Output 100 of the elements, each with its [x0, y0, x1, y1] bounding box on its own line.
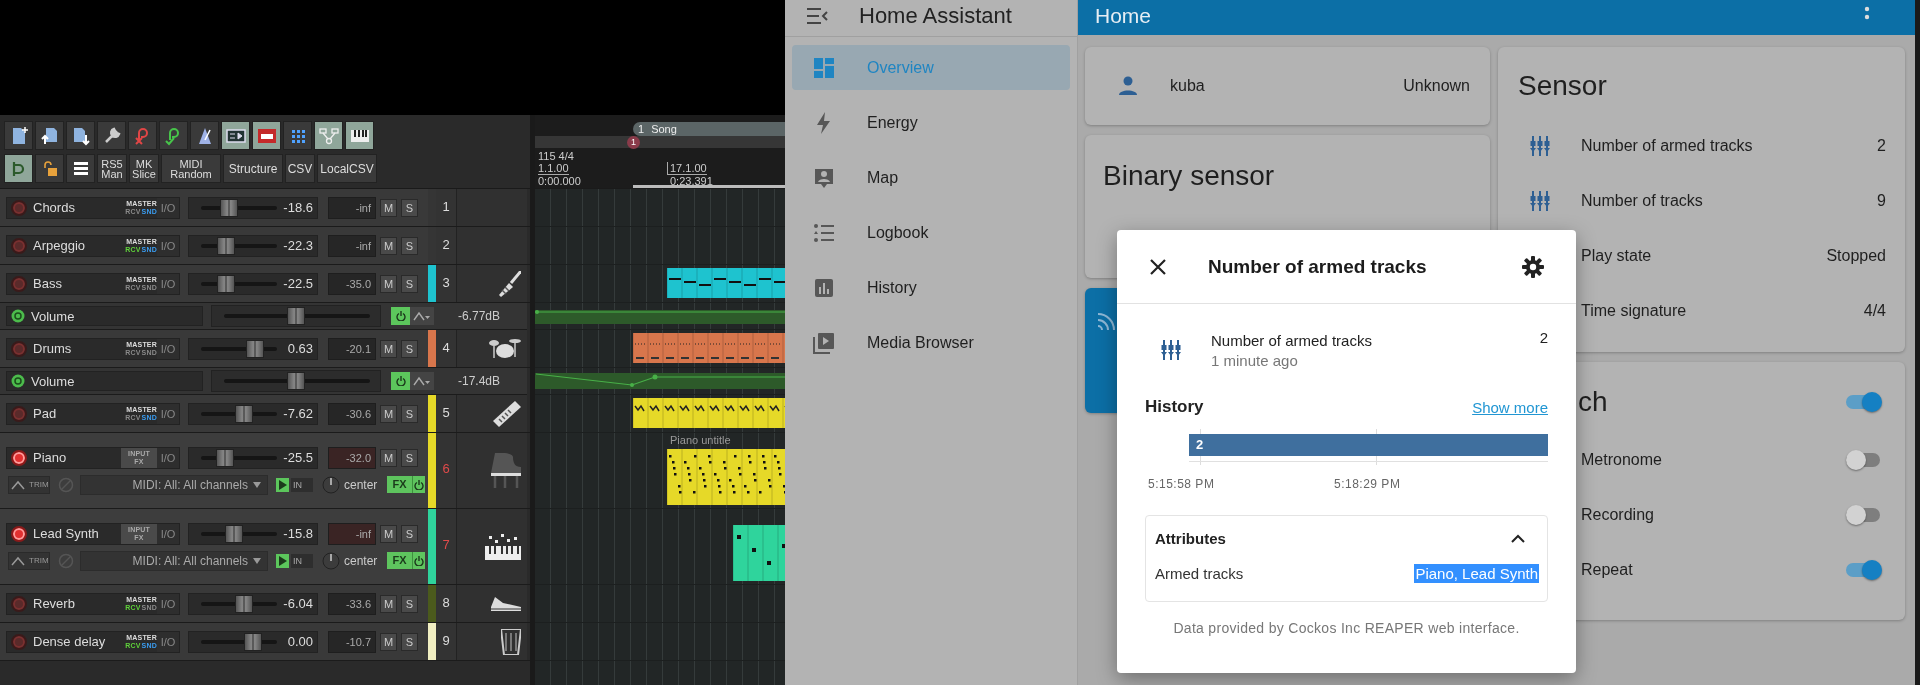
io-button[interactable]: I/O — [157, 197, 179, 218]
toggle-switch[interactable] — [1846, 392, 1882, 412]
sidebar-item[interactable]: History — [792, 265, 1070, 310]
fader-thumb[interactable] — [217, 274, 236, 293]
solo-button[interactable]: S — [401, 339, 418, 358]
mute-button[interactable]: M — [380, 404, 397, 423]
toolbar-button[interactable]: LocalCSV — [317, 154, 377, 183]
toolbar-button[interactable] — [314, 121, 343, 150]
fader-thumb[interactable] — [286, 372, 305, 390]
fader-thumb[interactable] — [215, 448, 234, 467]
trim-button[interactable]: TRIM — [8, 475, 50, 494]
input-toggle[interactable]: IN — [291, 553, 313, 568]
toolbar-button[interactable]: RS5 Man — [97, 154, 127, 183]
mute-button[interactable]: M — [380, 198, 397, 217]
volume-fader[interactable]: 0.63 — [188, 337, 318, 360]
toggle-switch[interactable] — [1846, 449, 1882, 470]
bypass-button[interactable] — [391, 307, 410, 325]
monitor-button[interactable] — [276, 553, 289, 568]
io-button[interactable]: I/O — [157, 447, 179, 468]
region-bar[interactable]: 1 Song — [633, 122, 785, 136]
io-button[interactable]: I/O — [157, 593, 179, 614]
sidebar-item[interactable]: Media Browser — [792, 320, 1070, 365]
toolbar-button[interactable] — [159, 121, 188, 150]
fx-button[interactable]: FX — [387, 552, 412, 569]
sidebar-item[interactable]: Logbook — [792, 210, 1070, 255]
toolbar-button[interactable] — [4, 121, 33, 150]
volume-fader[interactable]: -25.5 — [188, 446, 318, 469]
input-toggle[interactable]: IN — [291, 477, 313, 492]
io-button[interactable]: I/O — [157, 338, 179, 359]
toolbar-button[interactable] — [66, 121, 95, 150]
toolbar-button[interactable] — [4, 154, 33, 183]
mute-button[interactable]: M — [380, 448, 397, 467]
volume-fader[interactable]: -22.5 — [188, 272, 318, 295]
volume-fader[interactable]: 0.00 — [188, 630, 318, 653]
volume-fader[interactable]: -7.62 — [188, 402, 318, 425]
toolbar-button[interactable] — [66, 154, 95, 183]
solo-button[interactable]: S — [401, 198, 418, 217]
volume-fader[interactable]: -15.8 — [188, 522, 318, 545]
toolbar-button[interactable] — [345, 121, 374, 150]
io-button[interactable]: I/O — [157, 631, 179, 652]
fader-thumb[interactable] — [220, 198, 239, 217]
envelope-mode-button[interactable] — [410, 372, 434, 390]
toolbar-button[interactable]: MIDI Random — [161, 154, 221, 183]
solo-button[interactable]: S — [401, 448, 418, 467]
show-more-link[interactable]: Show more — [1472, 398, 1548, 416]
expander-header[interactable]: Attributes — [1155, 516, 1539, 560]
volume-fader[interactable] — [211, 305, 381, 327]
fader-thumb[interactable] — [235, 594, 254, 613]
record-arm-button[interactable] — [11, 449, 27, 466]
toolbar-button[interactable] — [97, 121, 126, 150]
volume-fader[interactable]: -18.6 — [188, 196, 318, 219]
close-icon[interactable] — [1148, 256, 1168, 277]
toolbar-button[interactable] — [35, 121, 64, 150]
input-dropdown[interactable]: MIDI: All: All channels — [80, 550, 268, 571]
toolbar-button[interactable] — [283, 121, 312, 150]
input-dropdown[interactable]: MIDI: All: All channels — [80, 474, 268, 495]
volume-fader[interactable]: -6.04 — [188, 592, 318, 615]
sidebar-item[interactable]: Energy — [792, 100, 1070, 145]
power-button[interactable] — [412, 476, 425, 493]
toggle-switch[interactable] — [1846, 559, 1882, 580]
pan-knob[interactable] — [322, 551, 340, 570]
fader-thumb[interactable] — [245, 339, 264, 358]
bypass-button[interactable] — [391, 372, 410, 390]
solo-button[interactable]: S — [401, 594, 418, 613]
solo-button[interactable]: S — [401, 274, 418, 293]
mute-button[interactable]: M — [380, 236, 397, 255]
io-button[interactable]: I/O — [157, 235, 179, 256]
toolbar-button[interactable] — [252, 121, 281, 150]
fader-thumb[interactable] — [244, 632, 263, 651]
fader-thumb[interactable] — [224, 524, 243, 543]
pan-knob[interactable] — [322, 475, 340, 494]
sidebar-item[interactable]: Map — [792, 155, 1070, 200]
mute-button[interactable]: M — [380, 274, 397, 293]
record-arm-button[interactable] — [11, 525, 27, 542]
mute-button[interactable]: M — [380, 594, 397, 613]
solo-button[interactable]: S — [401, 632, 418, 651]
io-button[interactable]: I/O — [157, 523, 179, 544]
toolbar-button[interactable]: Structure — [223, 154, 283, 183]
volume-fader[interactable]: -22.3 — [188, 234, 318, 257]
toolbar-button[interactable]: CSV — [285, 154, 315, 183]
io-button[interactable]: I/O — [157, 273, 179, 294]
toolbar-button[interactable] — [190, 121, 219, 150]
envelope-mode-button[interactable] — [410, 307, 434, 325]
mute-button[interactable]: M — [380, 632, 397, 651]
trim-button[interactable]: TRIM — [8, 551, 50, 570]
power-button[interactable] — [412, 552, 425, 569]
solo-button[interactable]: S — [401, 404, 418, 423]
solo-button[interactable]: S — [401, 236, 418, 255]
toolbar-button[interactable] — [221, 121, 250, 150]
io-button[interactable]: I/O — [157, 403, 179, 424]
toolbar-button[interactable] — [35, 154, 64, 183]
fx-button[interactable]: FX — [387, 476, 412, 493]
mute-button[interactable]: M — [380, 524, 397, 543]
toolbar-button[interactable]: MK Slice — [129, 154, 159, 183]
fader-thumb[interactable] — [234, 404, 253, 423]
volume-fader[interactable] — [211, 370, 381, 392]
monitor-button[interactable] — [276, 477, 289, 492]
fader-thumb[interactable] — [217, 236, 236, 255]
solo-button[interactable]: S — [401, 524, 418, 543]
fader-thumb[interactable] — [286, 307, 305, 325]
